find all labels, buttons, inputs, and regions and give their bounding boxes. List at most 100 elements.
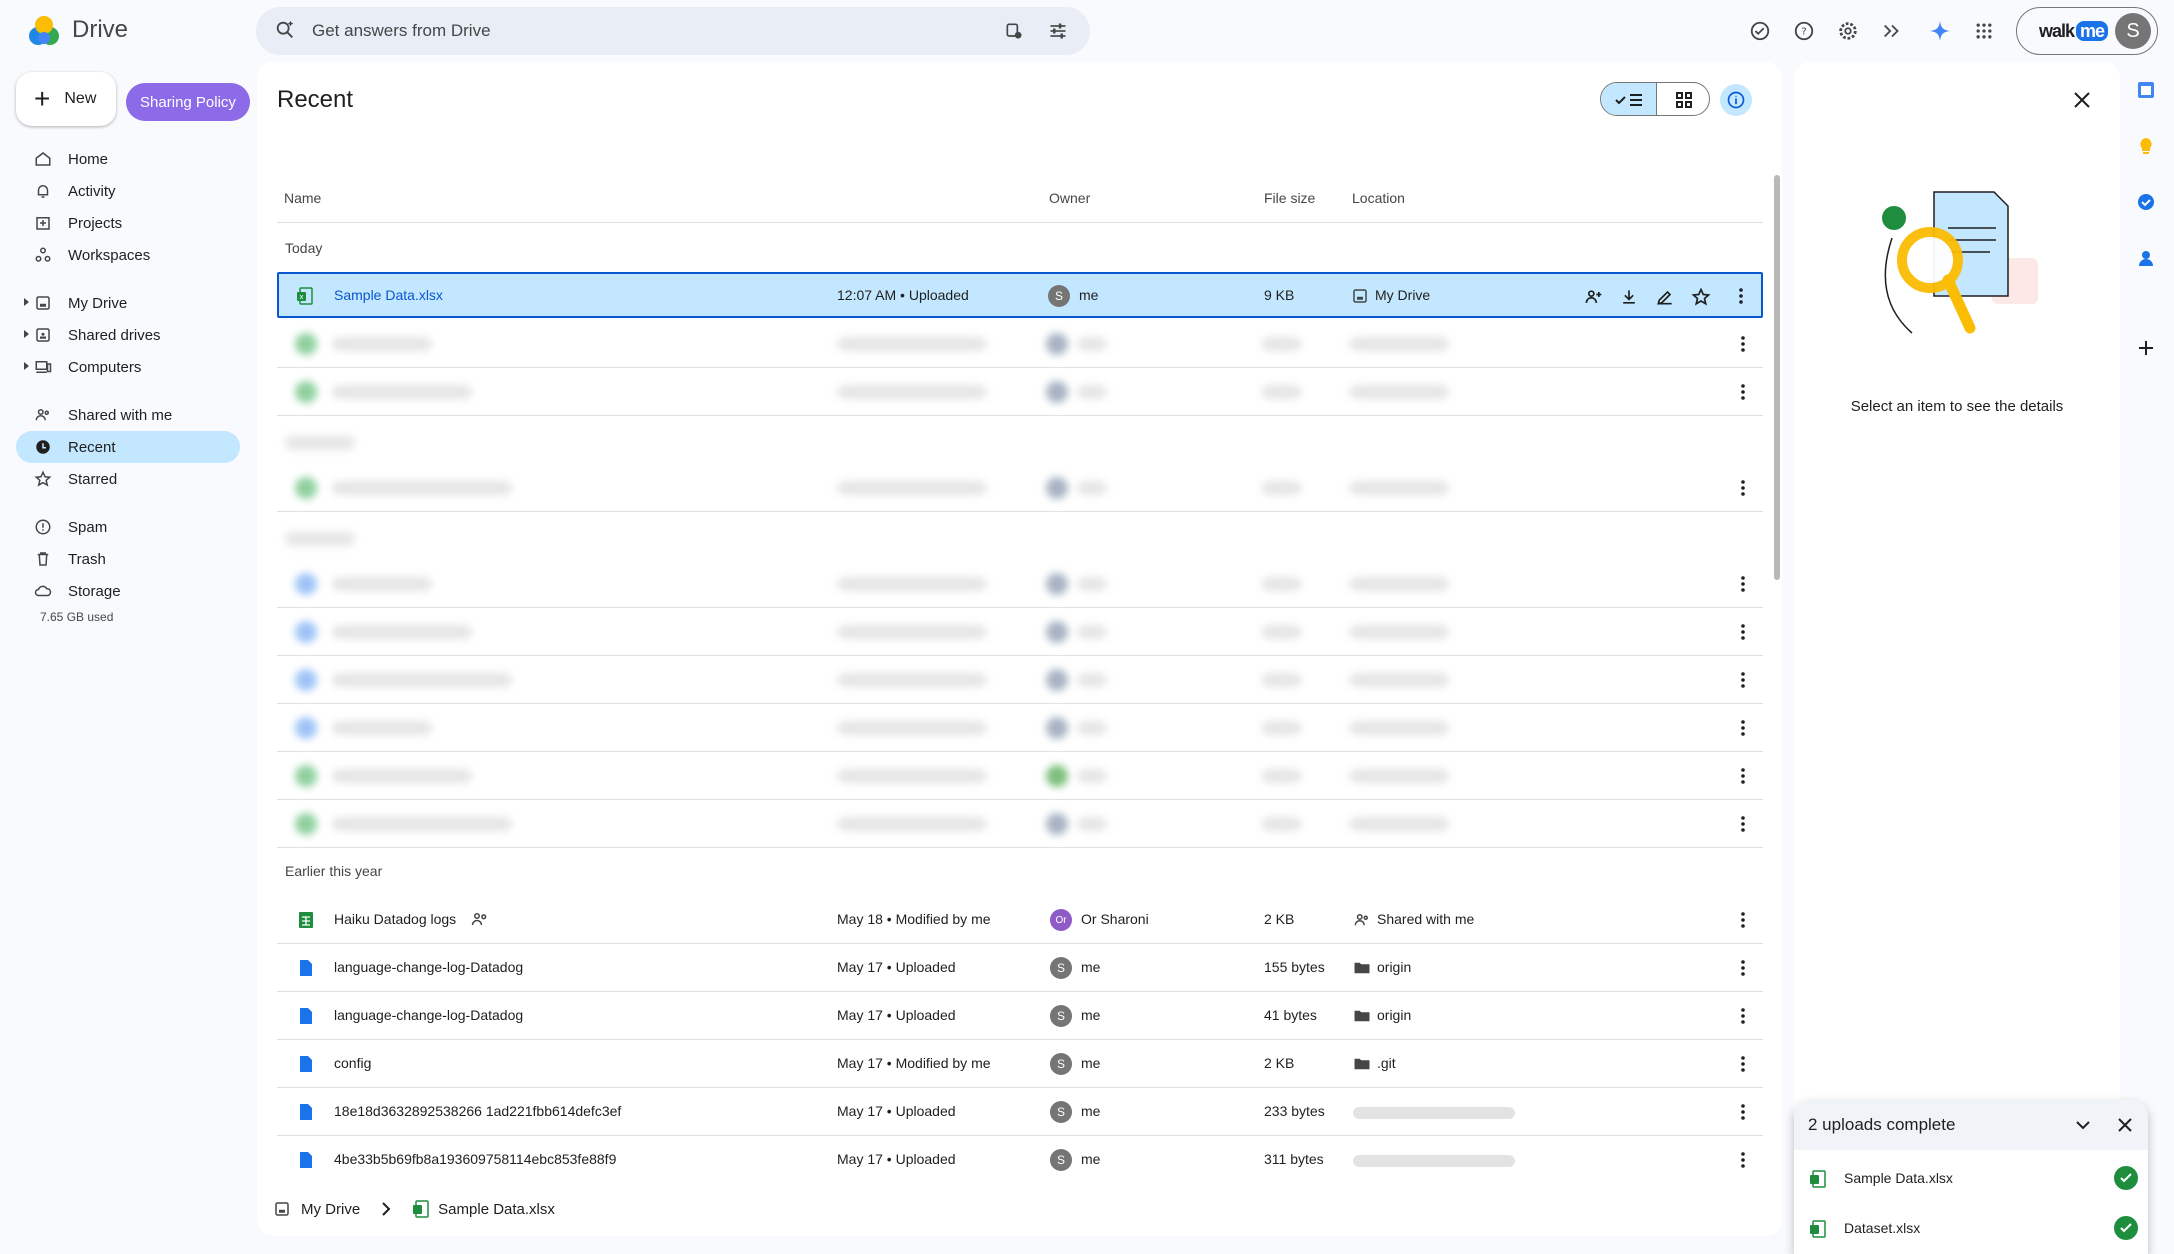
grid-view-button[interactable] [1657, 83, 1709, 115]
file-location[interactable]: Shared with me [1377, 911, 1474, 927]
tasks-icon[interactable] [2136, 192, 2156, 212]
nav-spam[interactable]: Spam [16, 511, 240, 543]
nav-trash[interactable]: Trash [16, 543, 240, 575]
download-icon[interactable] [1619, 287, 1639, 307]
close-icon[interactable] [2116, 1116, 2134, 1134]
app-brand[interactable]: Drive [72, 16, 128, 44]
file-name[interactable]: language-change-log-Datadog [334, 1007, 523, 1023]
gemini-spark-icon[interactable] [1927, 18, 1953, 44]
file-row[interactable]: language-change-log-Datadog May 17 • Upl… [277, 992, 1763, 1040]
sharing-policy-button[interactable]: Sharing Policy [126, 83, 250, 121]
account-switcher[interactable]: walk me S [2016, 7, 2158, 55]
file-row[interactable]: 18e18d3632892538266 1ad221fbb614defc3ef … [277, 1088, 1763, 1136]
more-actions-icon[interactable] [1733, 814, 1753, 834]
file-name[interactable]: config [334, 1055, 371, 1071]
file-name[interactable]: language-change-log-Datadog [334, 959, 523, 975]
chevron-down-icon[interactable] [2074, 1116, 2092, 1134]
nav-projects[interactable]: Projects [16, 207, 240, 239]
blurred-file-row[interactable] [277, 704, 1763, 752]
list-view-button[interactable] [1601, 83, 1657, 115]
column-header-location[interactable]: Location [1352, 190, 1405, 206]
file-row[interactable]: 4be33b5b69fb8a193609758114ebc853fe88f9 M… [277, 1136, 1763, 1184]
scrollbar-thumb[interactable] [1774, 175, 1780, 580]
keep-icon[interactable] [2136, 136, 2156, 156]
new-button[interactable]: + New [16, 72, 116, 126]
settings-gear-icon[interactable] [1835, 18, 1861, 44]
expand-caret-icon[interactable] [24, 298, 29, 306]
blurred-file-row[interactable] [277, 800, 1763, 848]
column-header-owner[interactable]: Owner [1049, 190, 1090, 206]
file-location[interactable]: origin [1377, 959, 1411, 975]
more-actions-icon[interactable] [1731, 286, 1751, 306]
search-bar[interactable]: Get answers from Drive [256, 7, 1090, 55]
upload-item[interactable]: Dataset.xlsx [1794, 1204, 2148, 1254]
file-location[interactable]: .git [1377, 1055, 1396, 1071]
calendar-icon[interactable] [2136, 80, 2156, 100]
more-actions-icon[interactable] [1733, 718, 1753, 738]
search-options-icon[interactable] [1004, 21, 1024, 41]
more-actions-icon[interactable] [1733, 1054, 1753, 1074]
nav-recent[interactable]: Recent [16, 431, 240, 463]
account-avatar[interactable]: S [2115, 13, 2151, 49]
drive-logo-icon[interactable] [26, 14, 62, 50]
more-actions-icon[interactable] [1733, 574, 1753, 594]
blurred-file-row[interactable] [277, 656, 1763, 704]
help-icon[interactable]: ? [1791, 18, 1817, 44]
more-actions-icon[interactable] [1733, 478, 1753, 498]
column-header-file-size[interactable]: File size [1264, 190, 1315, 206]
apps-grid-icon[interactable] [1971, 18, 1997, 44]
nav-home[interactable]: Home [16, 143, 240, 175]
file-row[interactable]: config May 17 • Modified by me S me 2 KB… [277, 1040, 1763, 1088]
blurred-file-row[interactable] [277, 560, 1763, 608]
view-details-button[interactable] [1720, 84, 1752, 116]
more-actions-icon[interactable] [1733, 334, 1753, 354]
nav-computers[interactable]: Computers [16, 351, 240, 383]
column-header-name[interactable]: Name [284, 190, 321, 206]
nav-my-drive[interactable]: My Drive [16, 287, 240, 319]
nav-activity[interactable]: Activity [16, 175, 240, 207]
nav-shared-drives[interactable]: Shared drives [16, 319, 240, 351]
more-actions-icon[interactable] [1733, 670, 1753, 690]
rename-pencil-icon[interactable] [1655, 287, 1675, 307]
blurred-file-row[interactable] [277, 320, 1763, 368]
more-actions-icon[interactable] [1733, 1150, 1753, 1170]
more-actions-icon[interactable] [1733, 1006, 1753, 1026]
file-name[interactable]: 18e18d3632892538266 1ad221fbb614defc3ef [334, 1103, 621, 1119]
add-addon-icon[interactable] [2136, 338, 2156, 358]
contacts-icon[interactable] [2136, 248, 2156, 268]
nav-shared-with-me[interactable]: Shared with me [16, 399, 240, 431]
file-location[interactable]: origin [1377, 1007, 1411, 1023]
file-row-selected[interactable]: x Sample Data.xlsx 12:07 AM • Uploaded S… [277, 272, 1763, 318]
filter-tune-icon[interactable] [1048, 21, 1068, 41]
upload-item[interactable]: Sample Data.xlsx [1794, 1154, 2148, 1204]
file-location[interactable]: My Drive [1375, 287, 1430, 303]
blurred-file-row[interactable] [277, 368, 1763, 416]
offline-check-icon[interactable] [1747, 18, 1773, 44]
breadcrumb-file[interactable]: Sample Data.xlsx [438, 1201, 555, 1218]
file-name[interactable]: Haiku Datadog logs [334, 911, 456, 927]
share-person-icon[interactable] [1583, 287, 1603, 307]
more-actions-icon[interactable] [1733, 1102, 1753, 1122]
file-name[interactable]: Sample Data.xlsx [334, 287, 443, 303]
close-details-icon[interactable] [2070, 88, 2094, 112]
nav-workspaces[interactable]: Workspaces [16, 239, 240, 271]
more-actions-icon[interactable] [1733, 382, 1753, 402]
breadcrumb-my-drive[interactable]: My Drive [301, 1201, 360, 1218]
walkme-logo[interactable]: walk me [2039, 21, 2109, 42]
more-actions-icon[interactable] [1733, 622, 1753, 642]
blurred-file-row[interactable] [277, 752, 1763, 800]
more-actions-icon[interactable] [1733, 958, 1753, 978]
more-actions-icon[interactable] [1733, 766, 1753, 786]
file-row[interactable]: Haiku Datadog logs May 18 • Modified by … [277, 896, 1763, 944]
more-actions-icon[interactable] [1733, 910, 1753, 930]
view-toggle[interactable] [1600, 82, 1710, 116]
file-name[interactable]: 4be33b5b69fb8a193609758114ebc853fe88f9 [334, 1151, 616, 1167]
expand-caret-icon[interactable] [24, 362, 29, 370]
file-row[interactable]: language-change-log-Datadog May 17 • Upl… [277, 944, 1763, 992]
star-icon[interactable] [1691, 287, 1711, 307]
expand-caret-icon[interactable] [24, 330, 29, 338]
nav-starred[interactable]: Starred [16, 463, 240, 495]
nav-storage[interactable]: Storage [16, 575, 240, 607]
gemini-advanced-icon[interactable] [1879, 18, 1905, 44]
blurred-file-row[interactable] [277, 464, 1763, 512]
